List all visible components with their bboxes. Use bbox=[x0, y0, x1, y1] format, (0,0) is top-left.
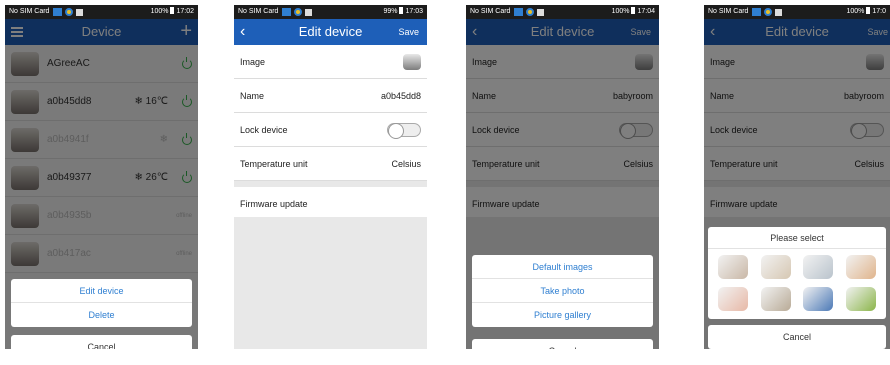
temperature-unit-label: Temperature unit bbox=[240, 158, 308, 169]
edit-form: Image Name a0b45dd8 Lock device Temperat… bbox=[234, 45, 427, 221]
battery-percent: 100% bbox=[150, 8, 169, 15]
sim-icon bbox=[752, 8, 762, 16]
image-picker-screen: No SIM Card 100%17:0 ‹ Edit device Save … bbox=[704, 5, 890, 349]
temperature-unit-row[interactable]: Temperature unit Celsius bbox=[234, 147, 427, 181]
clock: 17:0 bbox=[872, 8, 886, 15]
sim-icon bbox=[514, 8, 524, 16]
app-bar: ‹ Edit device Save bbox=[234, 19, 427, 45]
app-notification-icon bbox=[526, 8, 535, 16]
clock: 17:03 bbox=[405, 8, 423, 15]
picture-gallery-option[interactable]: Picture gallery bbox=[472, 303, 653, 327]
carrier-label: No SIM Card bbox=[238, 8, 279, 15]
default-image-option[interactable] bbox=[718, 255, 749, 279]
cancel-button[interactable]: Cancel bbox=[472, 339, 653, 349]
battery-percent: 100% bbox=[846, 8, 865, 15]
image-label: Image bbox=[240, 56, 266, 67]
status-right: 100% 17:0 bbox=[846, 5, 886, 19]
battery-icon bbox=[866, 7, 871, 14]
empty-area bbox=[234, 217, 427, 349]
status-bar: No SIM Card 99% 17:03 bbox=[234, 5, 427, 19]
edit-device-screen: No SIM Card 99% 17:03 ‹ Edit device Save … bbox=[234, 5, 427, 349]
default-image-option[interactable] bbox=[803, 287, 834, 311]
clock: 17:02 bbox=[176, 8, 194, 15]
image-notification-icon bbox=[775, 8, 783, 16]
image-source-menu: Default images Take photo Picture galler… bbox=[472, 255, 653, 327]
status-bar: No SIM Card 100% 17:0 bbox=[704, 5, 890, 19]
battery-icon bbox=[399, 7, 404, 14]
carrier-label: No SIM Card bbox=[470, 8, 511, 15]
default-image-option[interactable] bbox=[718, 287, 749, 311]
sim-icon bbox=[53, 8, 63, 16]
default-image-option[interactable] bbox=[803, 255, 834, 279]
battery-percent: 99% bbox=[383, 8, 398, 15]
battery-icon bbox=[170, 7, 175, 14]
default-image-grid bbox=[708, 249, 886, 317]
name-row[interactable]: Name a0b45dd8 bbox=[234, 79, 427, 113]
status-right: 99% 17:03 bbox=[383, 5, 423, 19]
image-source-screen: No SIM Card 100%17:04 ‹ Edit device Save… bbox=[466, 5, 659, 349]
device-image-icon[interactable] bbox=[403, 53, 421, 70]
status-bar: No SIM Card 100% 17:02 bbox=[5, 5, 198, 19]
save-button[interactable]: Save bbox=[398, 19, 419, 45]
name-label: Name bbox=[240, 90, 265, 101]
default-image-option[interactable] bbox=[845, 287, 876, 311]
status-bar: No SIM Card 100% 17:04 bbox=[466, 5, 659, 19]
name-value[interactable]: a0b45dd8 bbox=[381, 91, 421, 101]
edit-device-option[interactable]: Edit device bbox=[11, 279, 192, 303]
lock-label: Lock device bbox=[240, 124, 288, 135]
app-notification-icon bbox=[65, 8, 74, 16]
firmware-label: Firmware update bbox=[240, 198, 308, 209]
battery-icon bbox=[631, 7, 636, 14]
default-images-option[interactable]: Default images bbox=[472, 255, 653, 279]
default-image-option[interactable] bbox=[760, 287, 791, 311]
picker-title: Please select bbox=[708, 227, 886, 249]
status-right: 100% 17:04 bbox=[612, 5, 655, 19]
device-list-screen: No SIM Card 100%17:02 Device + AGreeAC a… bbox=[5, 5, 198, 349]
delete-option[interactable]: Delete bbox=[11, 303, 192, 327]
default-image-option[interactable] bbox=[845, 255, 876, 279]
sim-icon bbox=[282, 8, 292, 16]
cancel-button[interactable]: Cancel bbox=[708, 325, 886, 349]
app-notification-icon bbox=[764, 8, 773, 16]
action-menu: Edit device Delete bbox=[11, 279, 192, 327]
temperature-unit-value[interactable]: Celsius bbox=[391, 159, 421, 169]
app-notification-icon bbox=[294, 8, 303, 16]
default-image-option[interactable] bbox=[760, 255, 791, 279]
take-photo-option[interactable]: Take photo bbox=[472, 279, 653, 303]
battery-percent: 100% bbox=[611, 8, 630, 15]
lock-toggle[interactable] bbox=[387, 122, 421, 139]
clock: 17:04 bbox=[637, 8, 655, 15]
cancel-button[interactable]: Cancel bbox=[11, 335, 192, 349]
image-notification-icon bbox=[305, 8, 313, 16]
image-notification-icon bbox=[76, 8, 84, 16]
image-row[interactable]: Image bbox=[234, 45, 427, 79]
firmware-row[interactable]: Firmware update bbox=[234, 187, 427, 221]
lock-row: Lock device bbox=[234, 113, 427, 147]
image-picker-dialog: Please select bbox=[708, 227, 886, 319]
carrier-label: No SIM Card bbox=[9, 8, 50, 15]
carrier-label: No SIM Card bbox=[708, 8, 749, 15]
status-right: 100% 17:02 bbox=[151, 5, 194, 19]
image-notification-icon bbox=[537, 8, 545, 16]
